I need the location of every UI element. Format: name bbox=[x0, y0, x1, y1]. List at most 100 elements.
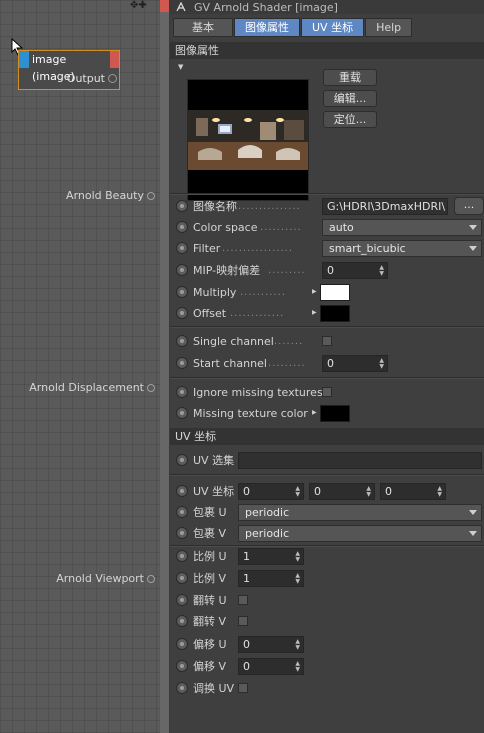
uv-coord-v-value: 0 bbox=[314, 484, 321, 498]
node-toolbar-icons[interactable]: ✥✚ bbox=[130, 0, 147, 11]
collapse-triangle-icon[interactable]: ▼ bbox=[178, 63, 183, 71]
animate-radio-icon[interactable] bbox=[176, 594, 188, 606]
spinner-arrows-icon[interactable]: ▲ ▼ bbox=[295, 638, 300, 651]
node-output-port[interactable] bbox=[108, 74, 117, 83]
row-swap-uv: 调换 UV bbox=[170, 678, 484, 698]
animate-radio-icon[interactable] bbox=[176, 660, 188, 672]
spinner-arrows-icon[interactable]: ▲ ▼ bbox=[379, 357, 384, 370]
label-offset-u: 偏移 U bbox=[193, 638, 227, 651]
spinner-arrows-icon[interactable]: ▲ ▼ bbox=[379, 264, 384, 277]
animate-radio-icon[interactable] bbox=[176, 485, 188, 497]
mip-bias-value: 0 bbox=[327, 263, 334, 277]
wrap-u-dropdown[interactable]: periodic bbox=[238, 503, 482, 521]
spinner-arrows-icon[interactable]: ▲ ▼ bbox=[295, 660, 300, 673]
spinner-arrows-icon[interactable]: ▲ ▼ bbox=[437, 485, 442, 498]
animate-radio-icon[interactable] bbox=[176, 307, 188, 319]
animate-radio-icon[interactable] bbox=[176, 242, 188, 254]
port-arnold-viewport[interactable]: Arnold Viewport bbox=[56, 572, 155, 585]
port-circle-icon[interactable] bbox=[147, 191, 155, 200]
spinner-arrows-icon[interactable]: ▲ ▼ bbox=[366, 485, 371, 498]
tab-image-properties[interactable]: 图像属性 bbox=[234, 18, 300, 37]
offset-color-swatch[interactable] bbox=[320, 304, 350, 322]
animate-radio-icon[interactable] bbox=[176, 572, 188, 584]
row-offset: Offset ............. ▶ bbox=[170, 303, 484, 323]
ignore-missing-checkbox[interactable] bbox=[322, 387, 332, 397]
dot-leader: ......... bbox=[268, 357, 306, 369]
uv-coord-w-value: 0 bbox=[385, 484, 392, 498]
single-channel-checkbox[interactable] bbox=[322, 336, 332, 346]
offset-v-spinner[interactable]: 0 ▲ ▼ bbox=[238, 657, 304, 675]
color-space-dropdown[interactable]: auto bbox=[322, 218, 482, 236]
scale-v-value: 1 bbox=[243, 571, 250, 585]
tab-bar: 基本 图像属性 UV 坐标 Help bbox=[170, 14, 484, 39]
flip-v-checkbox[interactable] bbox=[238, 616, 248, 626]
offset-u-spinner[interactable]: 0 ▲ ▼ bbox=[238, 635, 304, 653]
node-editor-canvas[interactable]: ✥✚ image (image) Output Arnold Beauty Ar… bbox=[0, 0, 160, 733]
edit-button[interactable]: 编辑... bbox=[323, 90, 377, 107]
animate-radio-icon[interactable] bbox=[176, 550, 188, 562]
port-label-text: Arnold Viewport bbox=[56, 572, 144, 585]
port-circle-icon[interactable] bbox=[147, 574, 155, 583]
chevron-down-icon bbox=[469, 509, 477, 515]
node-panel-strip bbox=[160, 0, 169, 733]
image-path-field[interactable]: G:\HDRI\3DmaxHDRI\ bbox=[322, 197, 448, 215]
animate-radio-icon[interactable] bbox=[176, 506, 188, 518]
missing-color-swatch[interactable] bbox=[320, 404, 350, 422]
uv-coord-w-spinner[interactable]: 0 ▲ ▼ bbox=[380, 482, 446, 500]
port-circle-icon[interactable] bbox=[147, 383, 155, 392]
scale-v-spinner[interactable]: 1 ▲ ▼ bbox=[238, 569, 304, 587]
row-multiply: Multiply ........... ▶ bbox=[170, 282, 484, 302]
node-collapse-port[interactable] bbox=[110, 51, 119, 68]
start-channel-spinner[interactable]: 0 ▲ ▼ bbox=[322, 354, 388, 372]
reload-button[interactable]: 重载 bbox=[323, 69, 377, 86]
row-flip-u: 翻转 U bbox=[170, 590, 484, 610]
label-start-channel: Start channel bbox=[193, 356, 267, 370]
animate-radio-icon[interactable] bbox=[176, 335, 188, 347]
spinner-arrows-icon[interactable]: ▲ ▼ bbox=[295, 550, 300, 563]
port-label-text: Arnold Displacement bbox=[29, 381, 144, 394]
animate-radio-icon[interactable] bbox=[176, 682, 188, 694]
port-arnold-displacement[interactable]: Arnold Displacement bbox=[29, 381, 155, 394]
mip-bias-spinner[interactable]: 0 ▲ ▼ bbox=[322, 261, 388, 279]
animate-radio-icon[interactable] bbox=[176, 454, 188, 466]
filter-dropdown[interactable]: smart_bicubic bbox=[322, 239, 482, 257]
browse-button[interactable]: ... bbox=[454, 197, 484, 215]
swap-uv-checkbox[interactable] bbox=[238, 683, 248, 693]
animate-radio-icon[interactable] bbox=[176, 615, 188, 627]
animate-radio-icon[interactable] bbox=[176, 200, 188, 212]
animate-radio-icon[interactable] bbox=[176, 221, 188, 233]
wrap-v-dropdown[interactable]: periodic bbox=[238, 524, 482, 542]
expand-arrow-icon[interactable]: ▶ bbox=[312, 288, 317, 295]
locate-button[interactable]: 定位... bbox=[323, 111, 377, 128]
tab-basic[interactable]: 基本 bbox=[173, 18, 233, 37]
spinner-arrows-icon[interactable]: ▲ ▼ bbox=[295, 572, 300, 585]
animate-radio-icon[interactable] bbox=[176, 264, 188, 276]
animate-radio-icon[interactable] bbox=[176, 386, 188, 398]
uv-coord-v-spinner[interactable]: 0 ▲ ▼ bbox=[309, 482, 375, 500]
color-space-value: auto bbox=[329, 220, 354, 234]
multiply-color-swatch[interactable] bbox=[320, 283, 350, 301]
scale-u-spinner[interactable]: 1 ▲ ▼ bbox=[238, 547, 304, 565]
row-uv-set: UV 选集 bbox=[170, 450, 484, 470]
divider bbox=[170, 474, 484, 476]
spinner-arrows-icon[interactable]: ▲ ▼ bbox=[295, 485, 300, 498]
animate-radio-icon[interactable] bbox=[176, 638, 188, 650]
image-node[interactable]: image (image) Output bbox=[18, 50, 120, 90]
animate-radio-icon[interactable] bbox=[176, 286, 188, 298]
wrap-u-value: periodic bbox=[245, 505, 290, 519]
uv-coord-u-spinner[interactable]: 0 ▲ ▼ bbox=[238, 482, 304, 500]
flip-u-checkbox[interactable] bbox=[238, 595, 248, 605]
animate-radio-icon[interactable] bbox=[176, 357, 188, 369]
label-uv-set: UV 选集 bbox=[193, 454, 235, 467]
expand-arrow-icon[interactable]: ▶ bbox=[312, 409, 317, 416]
uv-set-field[interactable] bbox=[238, 451, 482, 469]
animate-radio-icon[interactable] bbox=[176, 527, 188, 539]
tab-help[interactable]: Help bbox=[365, 18, 413, 37]
node-output-label: Output bbox=[66, 72, 105, 85]
expand-arrow-icon[interactable]: ▶ bbox=[312, 309, 317, 316]
dot-leader: ............. bbox=[230, 307, 285, 319]
node-input-port[interactable] bbox=[19, 51, 29, 68]
animate-radio-icon[interactable] bbox=[176, 407, 188, 419]
tab-uv-coords[interactable]: UV 坐标 bbox=[301, 18, 365, 37]
port-arnold-beauty[interactable]: Arnold Beauty bbox=[66, 189, 155, 202]
